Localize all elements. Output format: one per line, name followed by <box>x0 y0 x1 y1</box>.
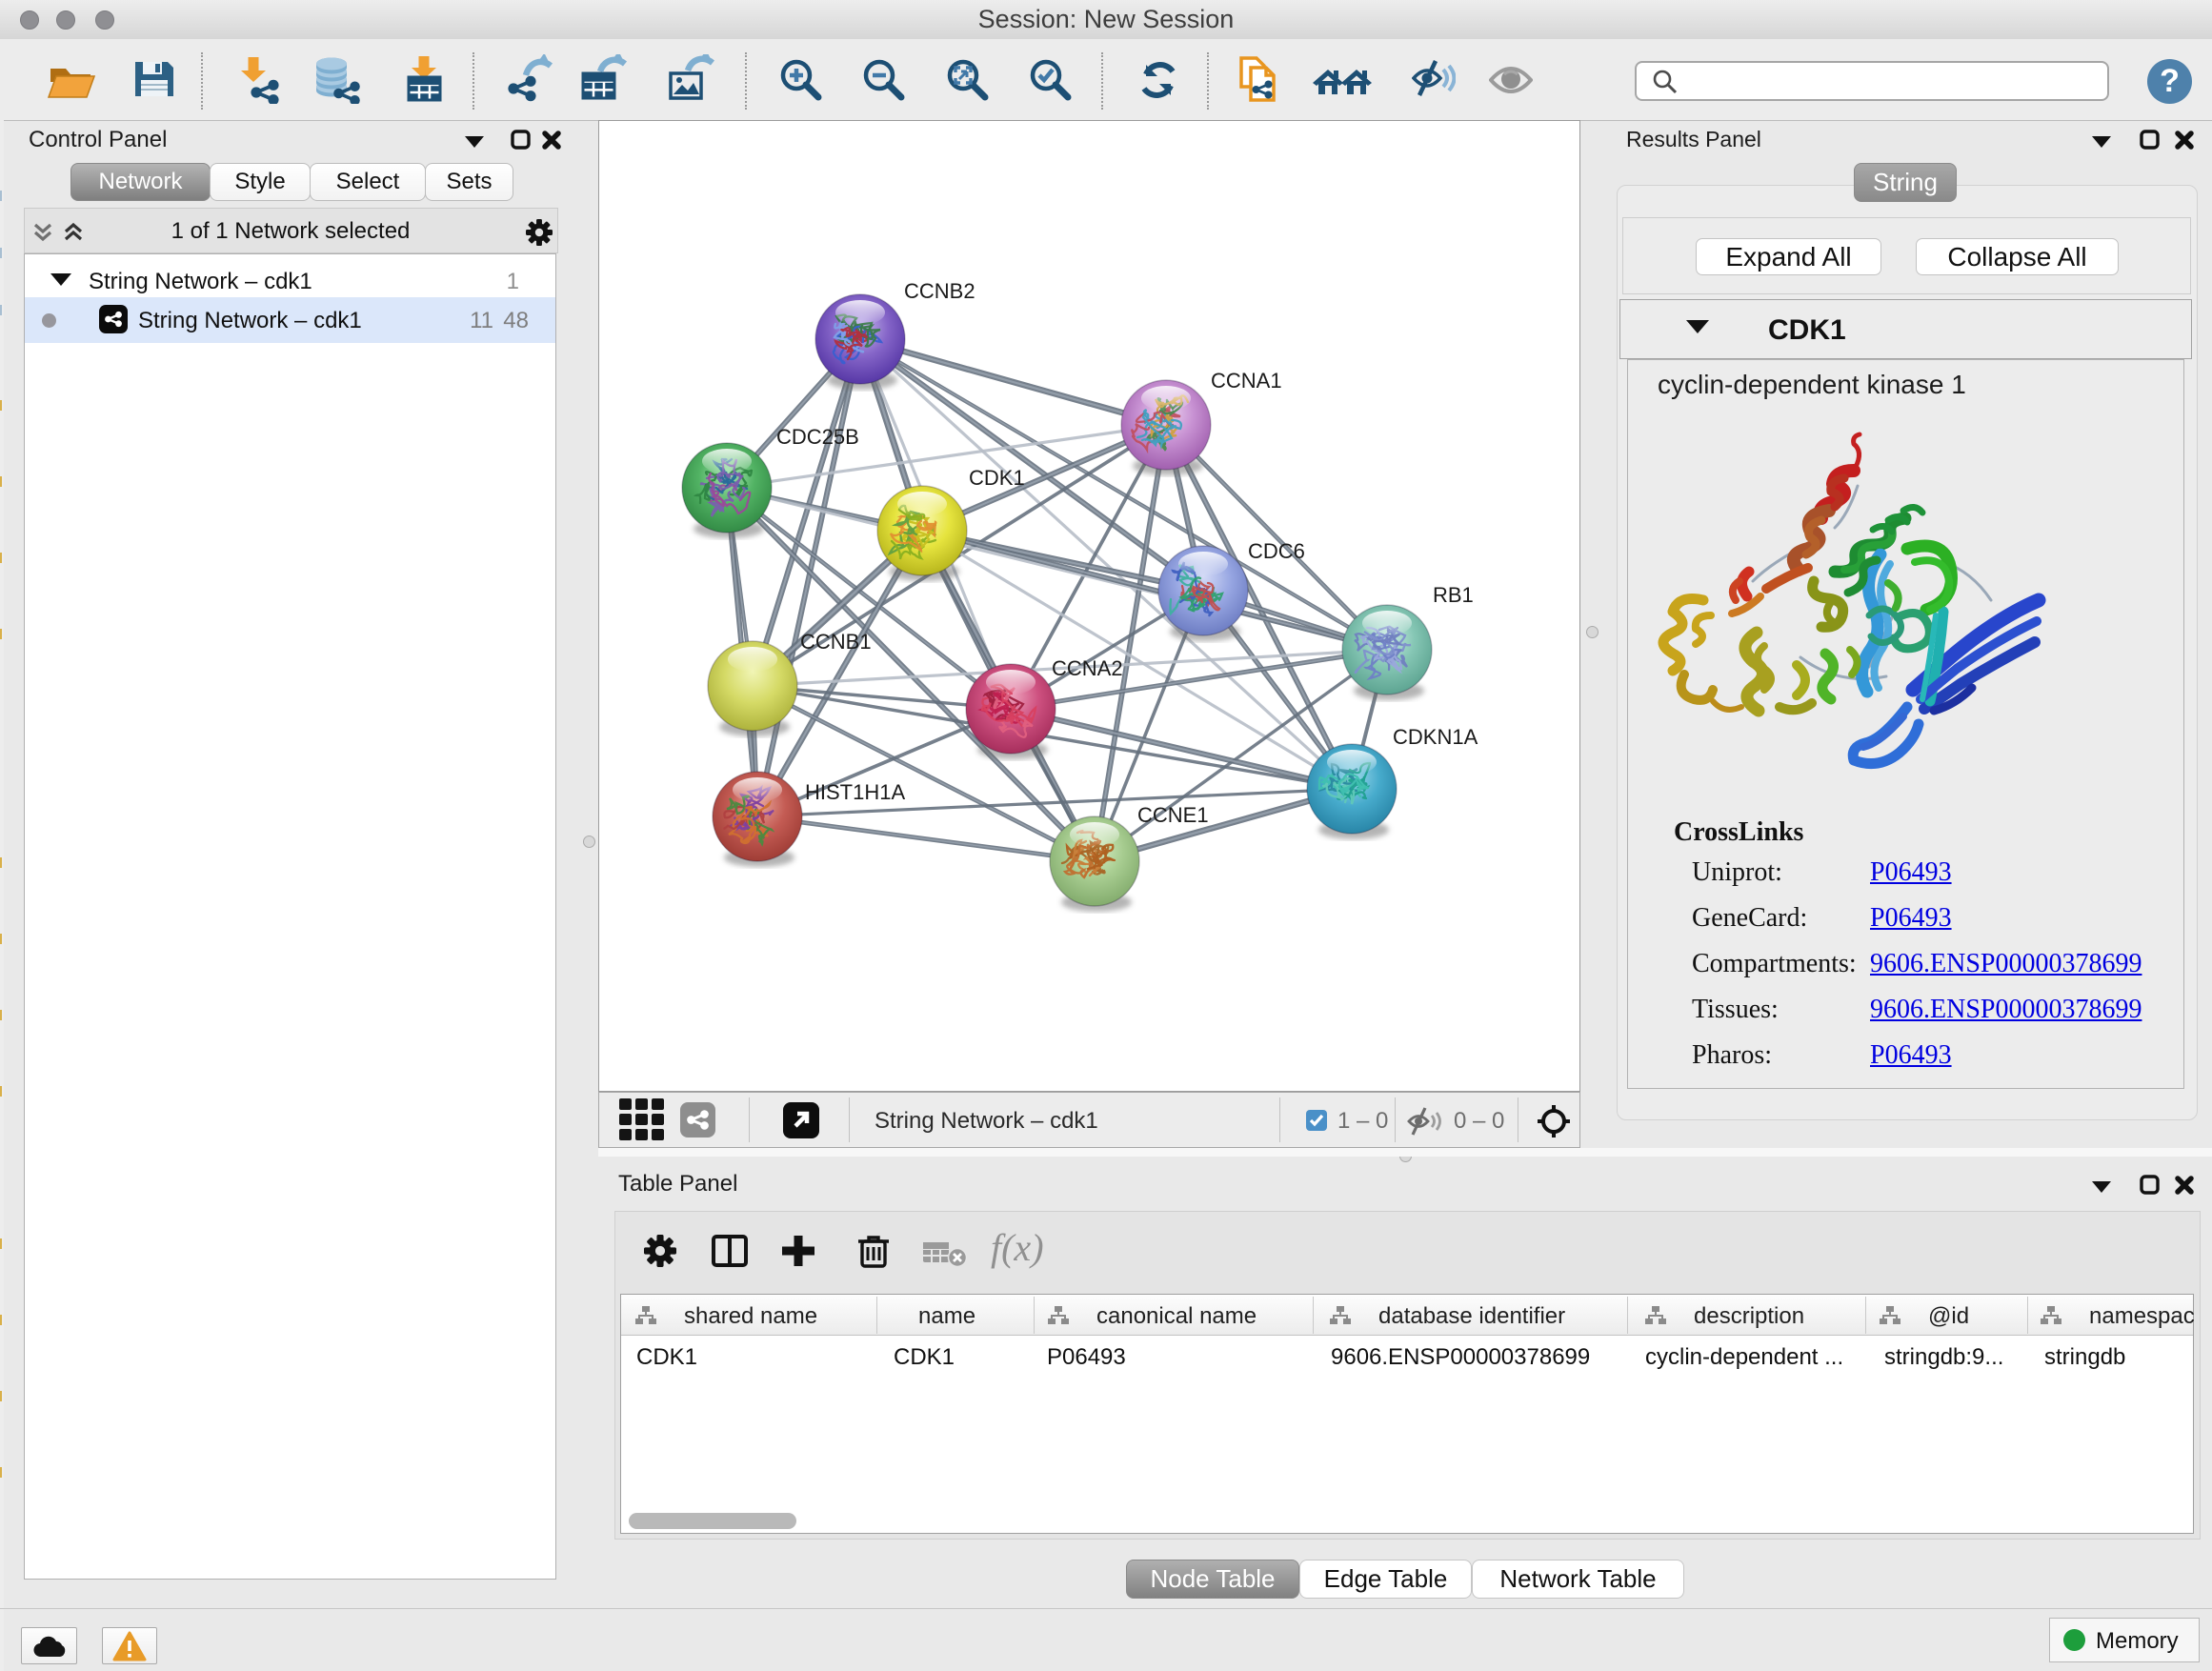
svg-text:RB1: RB1 <box>1433 583 1474 607</box>
svg-text:CCNA2: CCNA2 <box>1052 656 1123 680</box>
svg-text:CDKN1A: CDKN1A <box>1393 725 1478 749</box>
svg-text:CCNB2: CCNB2 <box>904 279 975 303</box>
svg-text:CCNE1: CCNE1 <box>1137 803 1209 827</box>
svg-text:CDC25B: CDC25B <box>776 425 859 449</box>
svg-text:CDC6: CDC6 <box>1248 539 1305 563</box>
svg-text:CCNB1: CCNB1 <box>800 630 872 654</box>
svg-text:CDK1: CDK1 <box>969 466 1025 490</box>
svg-text:CCNA1: CCNA1 <box>1211 369 1282 393</box>
svg-text:HIST1H1A: HIST1H1A <box>805 780 905 804</box>
